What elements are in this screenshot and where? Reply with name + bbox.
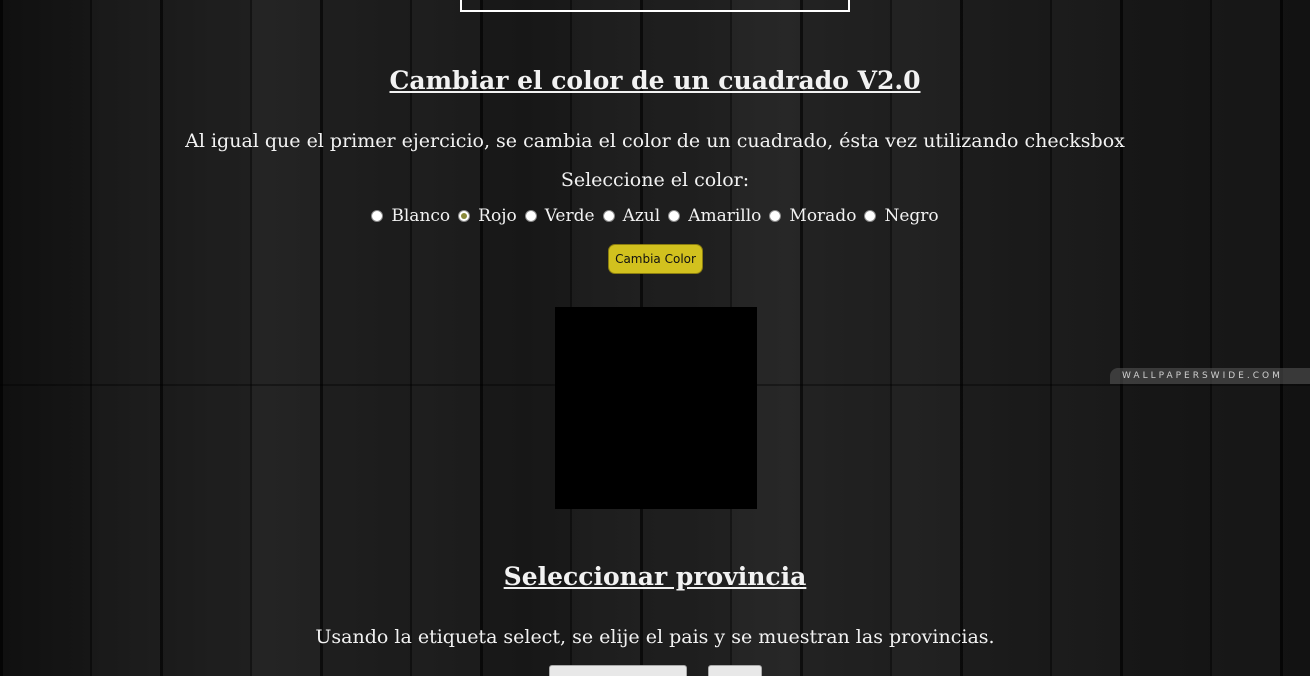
radio-option-verde[interactable]: Verde [524,206,595,226]
color-section-title: Cambiar el color de un cuadrado V2.0 [389,66,921,95]
radio-option-rojo[interactable]: Rojo [458,206,517,226]
radio-button-morado[interactable] [769,210,782,222]
previous-square-box [460,0,850,12]
radio-option-negro[interactable]: Negro [864,206,939,226]
color-square [555,307,757,509]
radio-button-verde[interactable] [524,210,537,222]
color-prompt-label: Seleccione el color: [560,169,750,191]
radio-label-blanco: Blanco [391,206,451,226]
radio-option-azul[interactable]: Azul [602,206,661,226]
radio-button-blanco[interactable] [371,210,384,222]
radio-label-azul: Azul [622,206,661,226]
radio-option-morado[interactable]: Morado [769,206,856,226]
radio-option-amarillo[interactable]: Amarillo [668,206,761,226]
change-color-button[interactable]: Cambia Color [608,244,703,274]
province-section-title: Seleccionar provincia [503,562,807,591]
radio-button-negro[interactable] [864,210,877,222]
radio-button-azul[interactable] [602,210,615,222]
radio-button-amarillo[interactable] [668,210,681,222]
radio-button-rojo[interactable] [458,210,471,222]
color-radio-group: Blanco Rojo Verde Azul Amarillo Morado N… [0,206,1310,226]
country-select[interactable] [549,665,687,676]
radio-label-rojo: Rojo [478,206,517,226]
province-section-description: Usando la etiqueta select, se elije el p… [315,626,995,648]
radio-label-amarillo: Amarillo [688,206,762,226]
province-select[interactable] [708,665,762,676]
color-section-description: Al igual que el primer ejercicio, se cam… [185,130,1125,152]
radio-option-blanco[interactable]: Blanco [371,206,450,226]
radio-label-verde: Verde [544,206,595,226]
wallpaper-watermark: WALLPAPERSWIDE.COM [1110,368,1310,384]
radio-label-morado: Morado [789,206,857,226]
radio-label-negro: Negro [884,206,939,226]
